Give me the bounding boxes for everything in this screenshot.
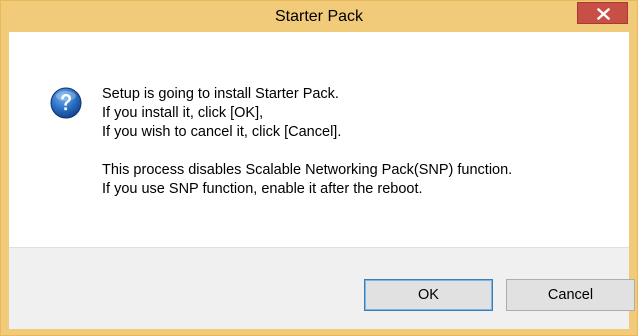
message-line: If you install it, click [OK], <box>102 105 264 121</box>
message-spacer <box>102 142 622 161</box>
button-bar: OK Cancel <box>9 247 635 329</box>
window-title: Starter Pack <box>274 8 364 25</box>
close-button[interactable] <box>577 2 628 24</box>
cancel-button[interactable]: Cancel <box>506 279 635 311</box>
ok-button[interactable]: OK <box>364 279 493 311</box>
dialog-message: Setup is going to install Starter Pack. … <box>102 85 622 199</box>
message-line: Setup is going to install Starter Pack. <box>102 86 339 102</box>
message-line: If you wish to cancel it, click [Cancel]… <box>102 124 342 140</box>
question-icon <box>50 87 82 119</box>
close-icon <box>597 8 610 20</box>
title-bar[interactable]: Starter Pack <box>1 1 637 31</box>
note-line: If you use SNP function, enable it after… <box>102 181 423 197</box>
dialog-client-area: Setup is going to install Starter Pack. … <box>9 32 635 329</box>
dialog-window: Starter Pack Setup is going to install S… <box>0 0 638 336</box>
message-area: Setup is going to install Starter Pack. … <box>9 32 629 247</box>
note-line: This process disables Scalable Networkin… <box>102 162 513 178</box>
